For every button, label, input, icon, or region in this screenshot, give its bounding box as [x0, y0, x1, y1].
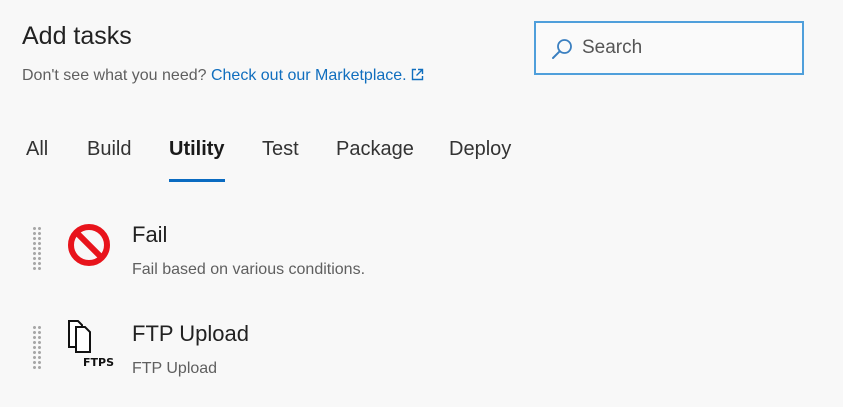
task-description: Fail based on various conditions. — [132, 261, 366, 278]
ftps-icon: FTPS — [66, 319, 116, 374]
task-name: Fail — [132, 222, 168, 247]
add-tasks-panel: Add tasks Don't see what you need? Check… — [0, 0, 843, 407]
external-link-icon — [411, 68, 424, 86]
search-input[interactable] — [582, 31, 792, 65]
drag-handle-icon[interactable] — [32, 325, 42, 369]
task-item-fail[interactable]: Fail Fail based on various conditions. — [0, 212, 700, 292]
task-item-ftp-upload[interactable]: FTPS FTP Upload FTP Upload — [0, 311, 700, 391]
tab-deploy[interactable]: Deploy — [449, 138, 511, 182]
tab-package[interactable]: Package — [336, 138, 414, 182]
tab-test[interactable]: Test — [262, 138, 299, 182]
tab-utility[interactable]: Utility — [169, 138, 225, 182]
ftps-icon-label: FTPS — [83, 356, 114, 369]
task-name: FTP Upload — [132, 321, 249, 346]
no-entry-icon — [66, 222, 112, 273]
search-icon — [550, 37, 574, 66]
marketplace-link[interactable]: Check out our Marketplace. — [211, 67, 424, 84]
tab-build[interactable]: Build — [87, 138, 131, 182]
marketplace-hint: Don't see what you need? Check out our M… — [22, 67, 424, 86]
tab-all[interactable]: All — [26, 138, 48, 182]
marketplace-link-label: Check out our Marketplace. — [210, 67, 407, 84]
drag-handle-icon[interactable] — [32, 226, 42, 270]
page-title: Add tasks — [22, 22, 132, 50]
category-tabs: All Build Utility Test Package Deploy — [0, 138, 600, 184]
search-box[interactable] — [534, 21, 804, 75]
task-description: FTP Upload — [132, 360, 218, 377]
hint-text: Don't see what you need? — [22, 67, 211, 84]
